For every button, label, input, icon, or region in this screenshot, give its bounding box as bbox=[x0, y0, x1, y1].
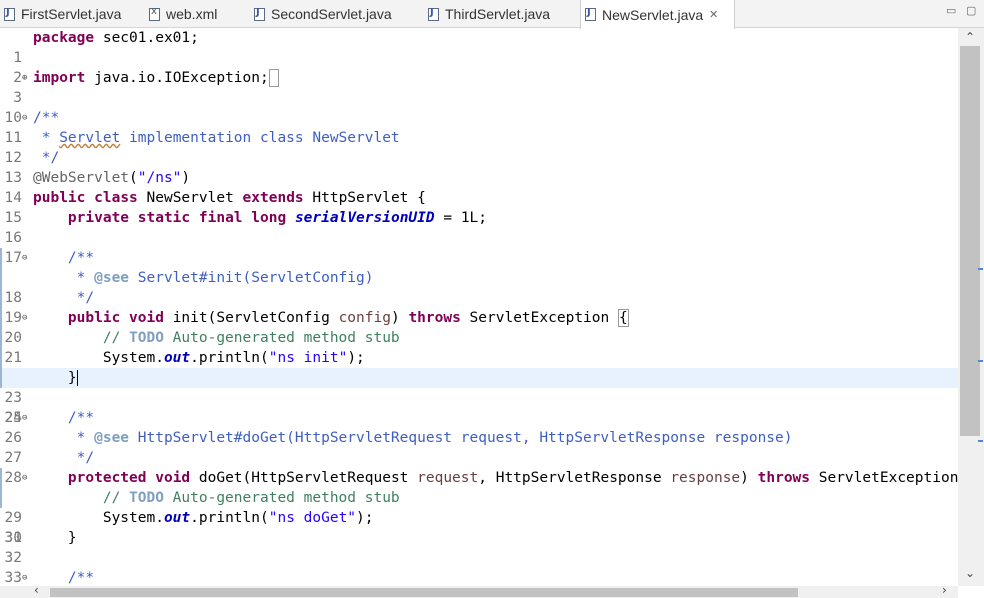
maximize-icon[interactable]: ▢ bbox=[966, 4, 976, 17]
horizontal-scroll-thumb[interactable] bbox=[50, 588, 798, 597]
tab-label: FirstServlet.java bbox=[21, 6, 122, 22]
tab-label: ThirdServlet.java bbox=[445, 6, 551, 22]
code-line: 17 bbox=[4, 250, 22, 266]
overview-ruler[interactable] bbox=[978, 260, 984, 460]
code-line: 15 public class NewServlet extends HttpS… bbox=[4, 190, 426, 226]
current-code-line: 24 } bbox=[0, 368, 958, 426]
java-file-icon bbox=[428, 7, 439, 21]
code-line: 22 // TODO Auto-generated method stub bbox=[0, 328, 958, 386]
tab-newservlet[interactable]: NewServlet.java ✕ bbox=[580, 0, 735, 29]
code-line: 20 */ bbox=[0, 288, 958, 346]
tab-firstservlet[interactable]: FirstServlet.java bbox=[0, 0, 140, 28]
code-line: 27 * @see HttpServlet#doGet(HttpServletR… bbox=[4, 430, 793, 466]
code-line: 29 ⊖ protected void doGet(HttpServletReq… bbox=[0, 468, 958, 526]
code-line: 18 ⊖ /** bbox=[0, 248, 958, 306]
code-line: 10 bbox=[4, 110, 22, 126]
tab-thirdservlet[interactable]: ThirdServlet.java bbox=[424, 0, 576, 28]
code-line: 34 ⊖ /** bbox=[22, 568, 95, 586]
code-line: 31 System.out.println("ns doGet"); bbox=[4, 510, 374, 546]
code-line: 12 * Servlet implementation class NewSer… bbox=[4, 130, 400, 166]
code-line: 2 bbox=[13, 70, 22, 86]
scroll-up-icon[interactable]: ⌃ bbox=[965, 30, 975, 44]
horizontal-scrollbar[interactable]: ‹ › bbox=[0, 583, 958, 598]
code-line: 1 package sec01.ex01; bbox=[13, 30, 199, 66]
code-line: 16 private static final long serialVersi… bbox=[4, 210, 488, 246]
code-line: 30 // TODO Auto-generated method stub bbox=[0, 488, 958, 546]
close-icon[interactable]: ✕ bbox=[709, 8, 718, 21]
code-line: 3 ⊕ import java.io.IOException; bbox=[0, 68, 958, 106]
code-line: 33 bbox=[4, 570, 22, 586]
code-line: 28 */ bbox=[4, 450, 95, 486]
expand-fold-icon[interactable]: ⊕ bbox=[22, 68, 27, 88]
overview-mark[interactable] bbox=[978, 440, 983, 442]
code-line: 13 */ bbox=[4, 150, 60, 186]
minimize-icon[interactable]: ▭ bbox=[946, 4, 956, 17]
editor-tab-bar: FirstServlet.java web.xml SecondServlet.… bbox=[0, 0, 984, 29]
tab-webxml[interactable]: web.xml bbox=[145, 0, 245, 28]
overview-mark[interactable] bbox=[978, 268, 983, 270]
code-line: 21 ⊖ public void init(ServletConfig conf… bbox=[0, 308, 958, 366]
vertical-scroll-thumb[interactable] bbox=[960, 46, 980, 436]
scroll-right-icon[interactable]: › bbox=[942, 583, 947, 597]
java-file-icon bbox=[4, 7, 15, 21]
code-editor[interactable]: 1 package sec01.ex01; 2 3 ⊕ import java.… bbox=[0, 28, 958, 586]
code-line: 25 bbox=[4, 410, 22, 426]
tab-secondservlet[interactable]: SecondServlet.java bbox=[250, 0, 420, 28]
code-line: 19 * @see Servlet#init(ServletConfig) bbox=[0, 268, 958, 326]
code-line: 14 @WebServlet("/ns") bbox=[4, 170, 191, 206]
tab-label: NewServlet.java bbox=[602, 6, 704, 23]
code-line: 23 System.out.println("ns init"); bbox=[0, 348, 958, 406]
code-line: 32 } bbox=[4, 530, 77, 566]
collapse-fold-icon[interactable]: ⊖ bbox=[22, 568, 27, 586]
collapse-fold-icon[interactable]: ⊖ bbox=[22, 468, 27, 488]
code-line: 11 ⊖ /** bbox=[4, 108, 60, 146]
tab-label: web.xml bbox=[166, 6, 218, 22]
xml-file-icon bbox=[149, 6, 160, 21]
java-file-icon bbox=[585, 7, 596, 21]
collapse-fold-icon[interactable]: ⊖ bbox=[22, 408, 27, 428]
code-line: 26 ⊖ /** bbox=[4, 408, 95, 446]
collapse-fold-icon[interactable]: ⊖ bbox=[22, 248, 27, 268]
tab-label: SecondServlet.java bbox=[271, 6, 392, 22]
java-file-icon bbox=[254, 7, 265, 21]
collapse-fold-icon[interactable]: ⊖ bbox=[22, 308, 27, 328]
scroll-left-icon[interactable]: ‹ bbox=[34, 583, 39, 597]
overview-mark[interactable] bbox=[978, 360, 983, 362]
collapse-fold-icon[interactable]: ⊖ bbox=[22, 108, 27, 128]
scroll-down-icon[interactable]: ⌄ bbox=[965, 566, 975, 580]
